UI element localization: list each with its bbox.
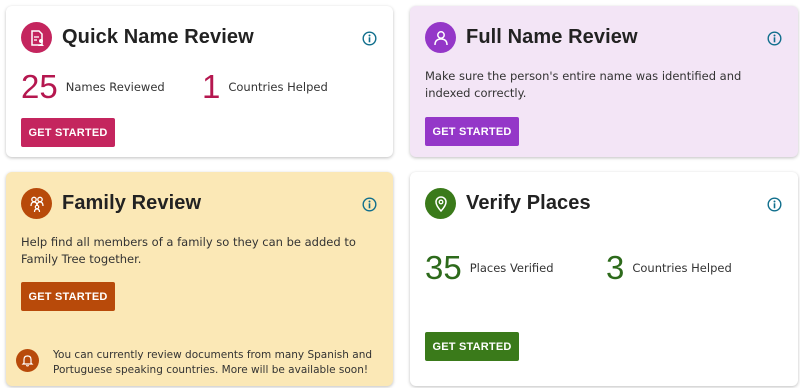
- places-verified-stat: 35 Places Verified: [425, 251, 554, 284]
- full-name-review-card: Full Name Review Make sure the person's …: [410, 6, 798, 157]
- family-review-description: Help find all members of a family so the…: [21, 235, 356, 266]
- family-review-title: Family Review: [62, 192, 202, 214]
- stat-value: 25: [21, 68, 58, 105]
- verify-places-title: Verify Places: [466, 192, 591, 214]
- map-pin-icon: [425, 188, 456, 219]
- quick-name-review-card: Quick Name Review 25 Names Reviewed 1 Co…: [6, 6, 393, 157]
- stat-value: 35: [425, 249, 462, 286]
- quick-name-review-title: Quick Name Review: [62, 26, 254, 48]
- stat-label: Places Verified: [469, 260, 554, 275]
- person-icon: [425, 22, 456, 53]
- full-name-review-title: Full Name Review: [466, 26, 638, 48]
- info-icon[interactable]: [362, 31, 377, 46]
- info-icon[interactable]: [767, 197, 782, 212]
- stat-value: 1: [202, 68, 221, 105]
- countries-helped-stat: 1 Countries Helped: [202, 70, 328, 103]
- bell-icon: [16, 349, 39, 372]
- full-name-review-description: Make sure the person's entire name was i…: [425, 69, 742, 100]
- verify-places-card: Verify Places 35 Places Verified 3 Count…: [410, 172, 798, 386]
- family-review-header: Family Review: [21, 188, 201, 219]
- stat-label: Names Reviewed: [65, 79, 165, 94]
- quick-name-review-header: Quick Name Review: [21, 22, 254, 53]
- countries-helped-stat: 3 Countries Helped: [606, 251, 732, 284]
- full-name-review-header: Full Name Review: [425, 22, 638, 53]
- stat-label: Countries Helped: [228, 79, 328, 94]
- info-icon[interactable]: [767, 31, 782, 46]
- stat-value: 3: [606, 249, 625, 286]
- info-icon[interactable]: [362, 197, 377, 212]
- full-name-review-get-started-button[interactable]: GET STARTED: [425, 117, 519, 146]
- quick-name-review-get-started-button[interactable]: GET STARTED: [21, 118, 115, 147]
- family-review-card: Family Review Help find all members of a…: [6, 172, 393, 386]
- family-review-get-started-button[interactable]: GET STARTED: [21, 282, 115, 311]
- notice-text: You can currently review documents from …: [53, 349, 373, 376]
- family-icon: [21, 188, 52, 219]
- verify-places-get-started-button[interactable]: GET STARTED: [425, 332, 519, 361]
- names-reviewed-stat: 25 Names Reviewed: [21, 70, 165, 103]
- document-person-icon: [21, 22, 52, 53]
- family-review-notice: You can currently review documents from …: [16, 348, 393, 378]
- stat-label: Countries Helped: [632, 260, 732, 275]
- verify-places-header: Verify Places: [425, 188, 591, 219]
